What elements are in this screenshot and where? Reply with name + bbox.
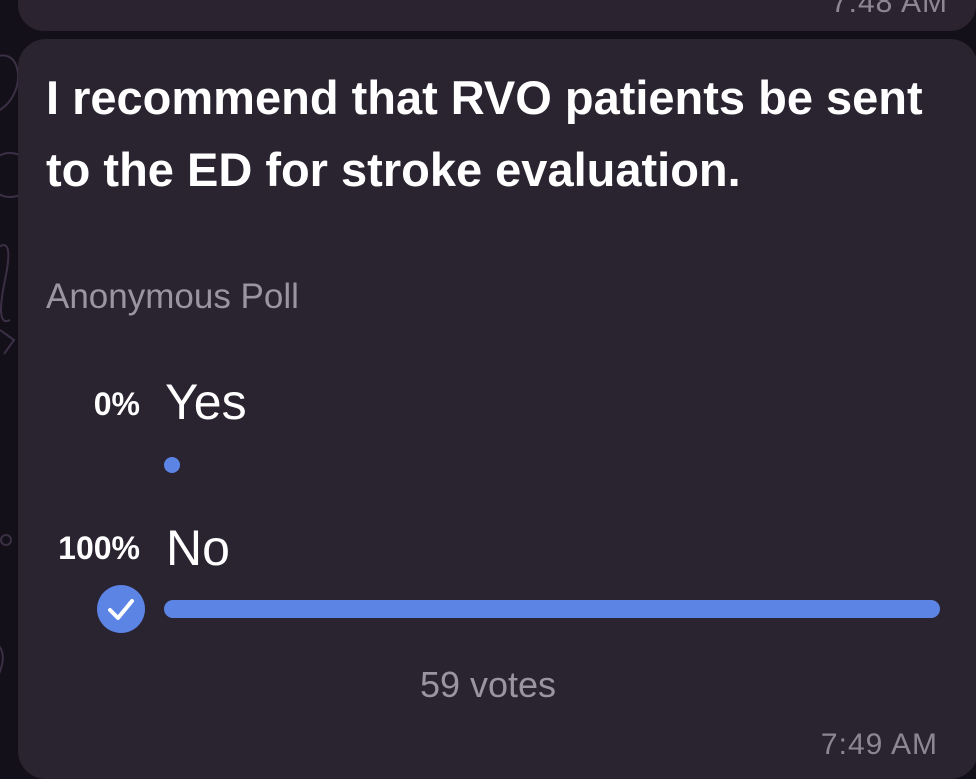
vote-count[interactable]: 59 votes [0,664,976,706]
option-no-result-fill [164,600,940,618]
poll-type-label: Anonymous Poll [46,277,299,316]
previous-message-timestamp: 7:48 AM [830,0,948,19]
checkmark-circle-icon [97,585,145,633]
message-timestamp: 7:49 AM [820,728,938,761]
option-yes-label[interactable]: Yes [165,373,247,431]
option-yes-result-bar [164,457,180,473]
option-no-result-bar [164,600,940,618]
poll-question: I recommend that RVO patients be sent to… [46,71,923,196]
option-no-label[interactable]: No [166,519,230,577]
option-no-percent: 100% [58,530,140,566]
option-yes-percent: 0% [93,386,140,422]
